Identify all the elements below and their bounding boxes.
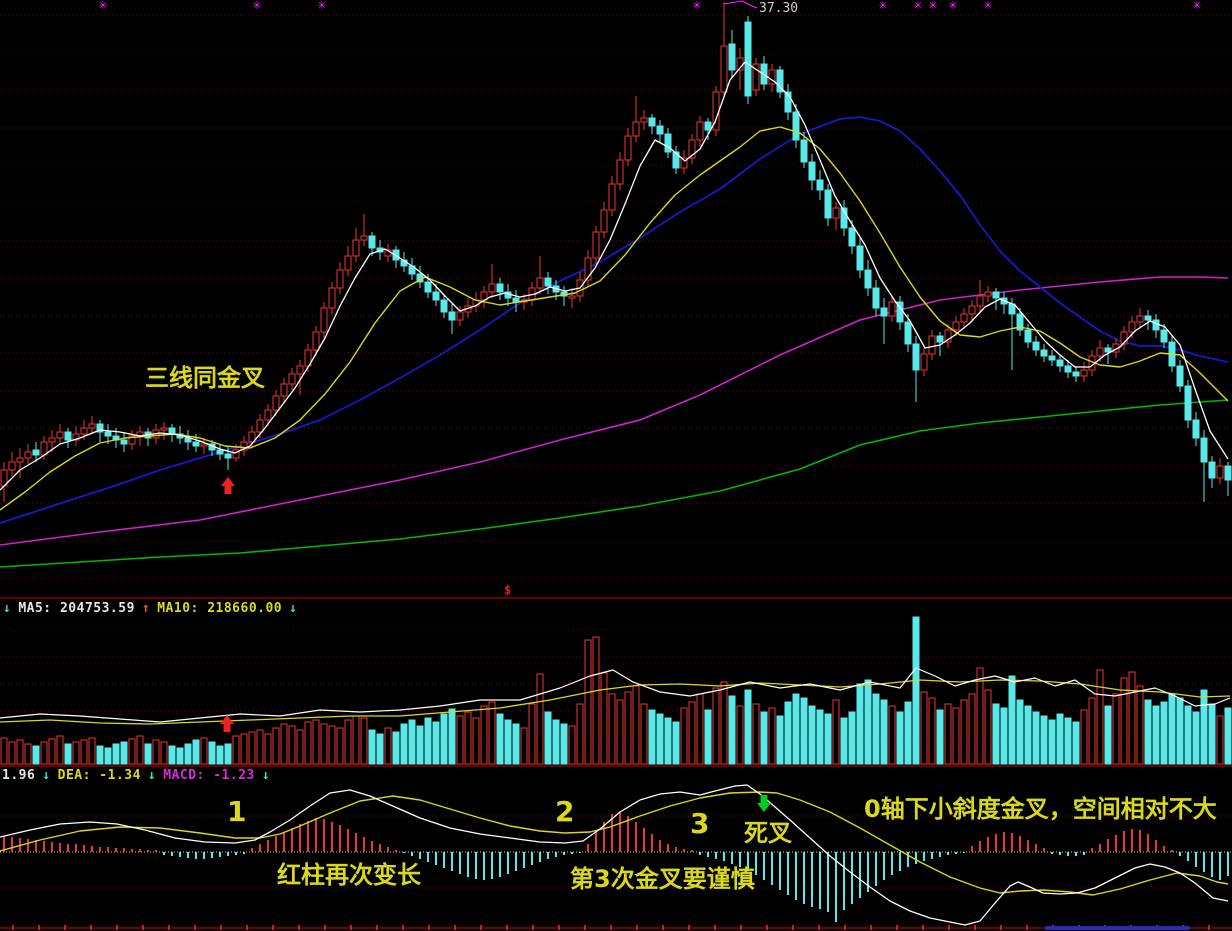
macd-indicator-header: 1.96 ↓ DEA: -1.34 ↓ MACD: -1.23 ↓ [2, 768, 270, 783]
volume-pane [0, 617, 1231, 764]
vol-down-arrow-icon: ↓ [289, 601, 297, 616]
small-slope-annotation: 0轴下小斜度金叉，空间相对不大 [864, 797, 1217, 821]
svg-text:✳: ✳ [983, 0, 992, 12]
volume-indicator-header: ↓ MA5: 204753.59 ↑ MA10: 218660.00 ↓ [3, 601, 297, 616]
stock-chart-app: ✳ ✳ ✳ ✳ ✳ ✳ ✳ ✳ ✳ ✳ 37.30 三线同金叉 1 2 3 死叉 0轴下小斜度金叉… [0, 0, 1232, 931]
vol-up-arrow-icon: ↑ [142, 601, 150, 616]
macd-dif-value[interactable]: 1.96 [2, 768, 35, 783]
peak-price-label: 37.30 [759, 1, 798, 16]
svg-text:✳: ✳ [878, 0, 887, 12]
cross-number-3: 3 [690, 810, 709, 838]
svg-text:✳: ✳ [317, 0, 326, 12]
macd-down-arrow-icon-1: ↓ [42, 768, 50, 783]
split-event-marker: $ [504, 583, 511, 597]
bottom-time-axis[interactable] [0, 925, 1232, 930]
cross-number-2: 2 [555, 798, 574, 826]
macd-value[interactable]: MACD: -1.23 [163, 768, 255, 783]
svg-text:✳: ✳ [692, 0, 701, 12]
svg-text:✳: ✳ [252, 0, 261, 12]
third-cross-annotation: 第3次金叉要谨慎 [570, 867, 755, 891]
svg-text:✳: ✳ [98, 0, 107, 12]
svg-text:✳: ✳ [913, 0, 922, 12]
macd-dea-value[interactable]: DEA: -1.34 [58, 768, 141, 783]
kline-chart-canvas[interactable]: ✳ ✳ ✳ ✳ ✳ ✳ ✳ ✳ ✳ ✳ [0, 0, 1232, 931]
main-price-pane [0, 2, 1231, 567]
svg-text:✳: ✳ [1192, 0, 1201, 12]
death-cross-annotation: 死叉 [744, 821, 792, 845]
cross-number-1: 1 [227, 798, 246, 826]
vol-ma5-value[interactable]: MA5: 204753.59 [18, 601, 135, 616]
golden-cross-annotation: 三线同金叉 [145, 366, 265, 390]
svg-text:✳: ✳ [928, 0, 937, 12]
macd-down-arrow-icon-2: ↓ [148, 768, 156, 783]
svg-text:✳: ✳ [948, 0, 957, 12]
red-bars-annotation: 红柱再次变长 [277, 863, 421, 887]
macd-down-arrow-icon-3: ↓ [262, 768, 270, 783]
vol-ma10-value[interactable]: MA10: 218660.00 [157, 601, 282, 616]
vol-trend-down-arrow-icon: ↓ [3, 601, 11, 616]
